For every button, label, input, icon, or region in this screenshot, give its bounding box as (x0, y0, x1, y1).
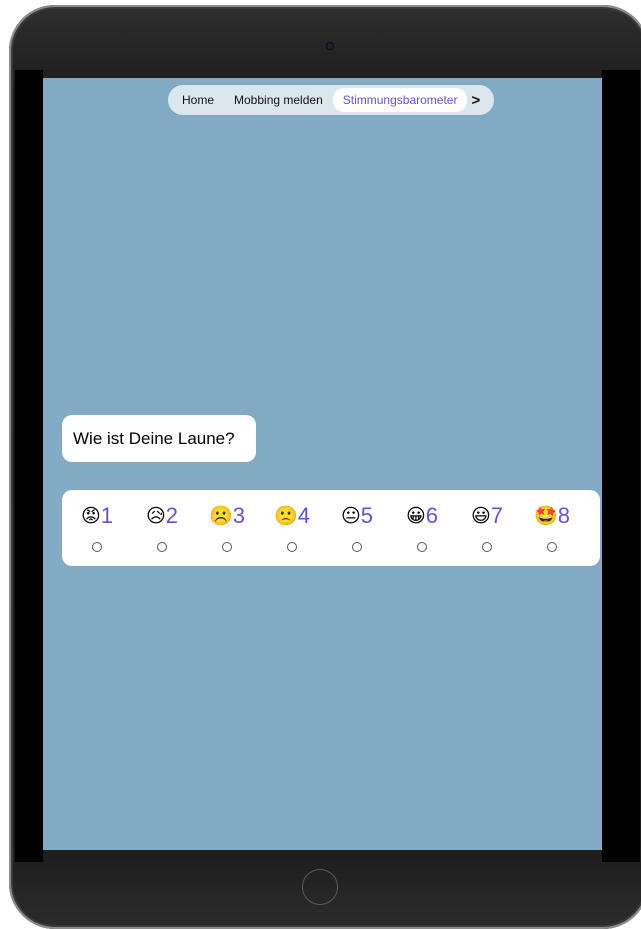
rating-number: 2 (165, 503, 179, 528)
question-text: Wie ist Deine Laune? (73, 428, 235, 448)
rating-label: 😐5 (322, 503, 392, 530)
rating-number: 7 (490, 503, 504, 528)
screen-bezel-left (15, 70, 43, 862)
rating-number: 6 (425, 503, 439, 528)
front-camera (327, 43, 333, 49)
rating-option-6[interactable]: 😀6 (387, 490, 457, 566)
rating-label: 🙁4 (257, 503, 327, 530)
rating-radio-8[interactable] (547, 542, 557, 552)
rating-number: 5 (360, 503, 374, 528)
rating-number: 8 (557, 503, 570, 528)
rating-radio-7[interactable] (482, 542, 492, 552)
rating-radio-4[interactable] (287, 542, 297, 552)
rating-number: 1 (100, 503, 114, 528)
rating-label: 😃7 (452, 503, 522, 530)
rating-option-1[interactable]: 😡1 (62, 490, 132, 566)
rating-radio-2[interactable] (157, 542, 167, 552)
rating-radio-6[interactable] (417, 542, 427, 552)
rating-option-2[interactable]: 😥2 (127, 490, 197, 566)
app-screen: Home Mobbing melden Stimmungsbarometer >… (43, 78, 602, 850)
neutral-face-icon: 😐 (340, 506, 361, 527)
angry-face-icon: 😡 (80, 506, 101, 527)
rating-option-5[interactable]: 😐5 (322, 490, 392, 566)
rating-number: 3 (232, 503, 245, 528)
chevron-right-icon[interactable]: > (471, 92, 480, 109)
screen-bezel-right (602, 70, 640, 862)
grinning-face-icon: 😀 (405, 506, 426, 527)
rating-radio-1[interactable] (92, 542, 102, 552)
rating-radio-3[interactable] (222, 542, 232, 552)
rating-option-7[interactable]: 😃7 (452, 490, 522, 566)
rating-option-4[interactable]: 🙁4 (257, 490, 327, 566)
mood-rating-card: 😡1 😥2 ☹️3 🙁4 😐5 😀6 😃7 🤩8 (62, 490, 600, 566)
slightly-frowning-face-icon: 🙁 (274, 506, 298, 527)
rating-number: 4 (297, 503, 310, 528)
rating-label: 😀6 (387, 503, 457, 530)
frowning-face-icon: ☹️ (209, 506, 233, 527)
star-struck-face-icon: 🤩 (534, 506, 558, 527)
home-button[interactable] (302, 869, 338, 905)
tab-home[interactable]: Home (172, 88, 224, 112)
tab-stimmungsbarometer[interactable]: Stimmungsbarometer (332, 88, 468, 112)
sad-sweat-face-icon: 😥 (145, 506, 166, 527)
rating-radio-5[interactable] (352, 542, 362, 552)
rating-option-8[interactable]: 🤩8 (517, 490, 587, 566)
rating-label: 😥2 (127, 503, 197, 530)
smiling-face-icon: 😃 (470, 506, 491, 527)
tab-bar: Home Mobbing melden Stimmungsbarometer > (168, 85, 494, 115)
rating-label: 😡1 (62, 503, 132, 530)
question-bubble: Wie ist Deine Laune? (62, 415, 256, 462)
rating-label: ☹️3 (192, 503, 262, 530)
tab-mobbing-melden[interactable]: Mobbing melden (224, 88, 333, 112)
rating-option-3[interactable]: ☹️3 (192, 490, 262, 566)
rating-label: 🤩8 (517, 503, 587, 530)
